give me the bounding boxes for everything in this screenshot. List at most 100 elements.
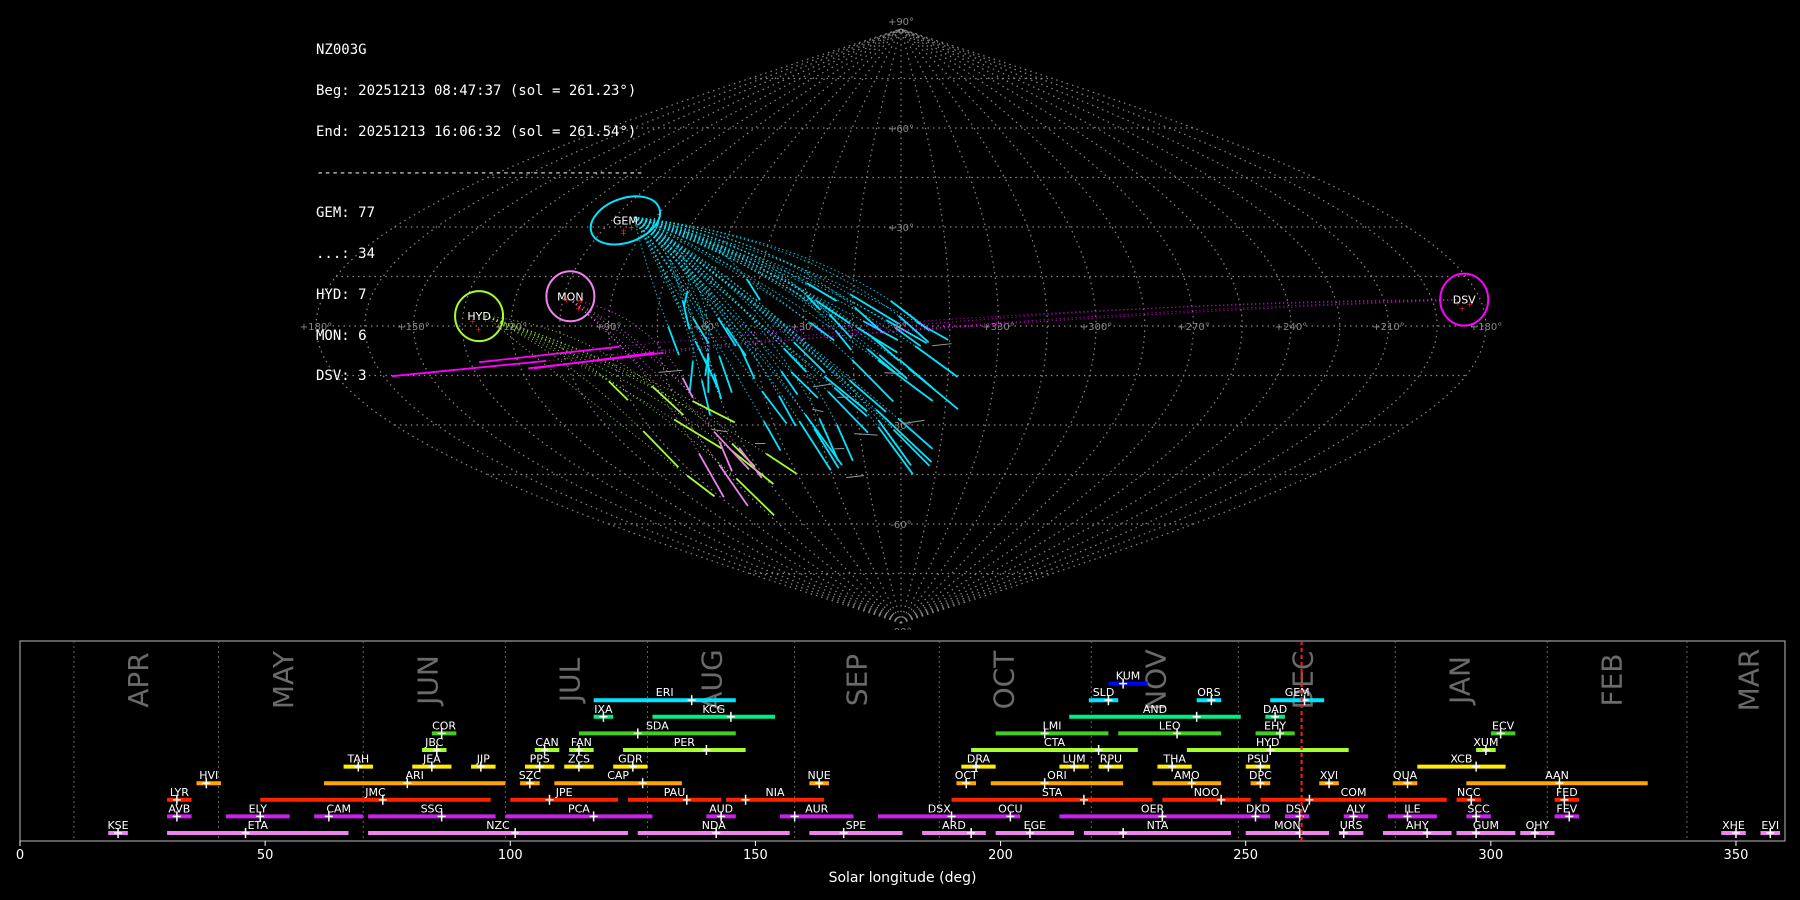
shower-label: ALY [1347, 802, 1366, 815]
shower-bars: KUM ERI SLD ORS GEM IXA KCG AND DAD COR SDA LMI LEO E… [107, 670, 1781, 838]
x-tick-label: 150 [743, 848, 768, 863]
lon-label: +300° [1080, 322, 1112, 333]
meteor-segment [856, 327, 898, 354]
shower-label: DKD [1246, 802, 1270, 815]
shower-label: AUR [805, 802, 829, 815]
lat-label: -60° [890, 520, 911, 531]
meteor-track [633, 216, 843, 466]
shower-label: SCC [1467, 802, 1490, 815]
meteor-segment [835, 424, 854, 462]
meteor-segment [793, 341, 826, 374]
month-label: JUN [411, 655, 444, 707]
meteor-segment [688, 361, 694, 392]
shower-label: PCA [568, 802, 590, 815]
shower-label: OHY [1526, 819, 1550, 832]
lon-label: +240° [1275, 322, 1307, 333]
shower-label: AND [1143, 703, 1167, 716]
lon-label: +180° [1470, 322, 1502, 333]
shower-label: GDR [618, 753, 643, 766]
shower-label: DPC [1249, 769, 1272, 782]
shower-label: OCU [998, 802, 1022, 815]
shower-label: MON [1274, 819, 1300, 832]
shower-label: DAD [1263, 703, 1287, 716]
shower-label: RPU [1100, 753, 1122, 766]
x-axis-label: Solar longitude (deg) [829, 870, 977, 886]
meteor-segment [718, 355, 733, 393]
month-label: FEB [1595, 653, 1628, 706]
shower-label: ORS [1197, 686, 1220, 699]
month-label: APR [122, 652, 155, 708]
shower-label: FEV [1556, 802, 1577, 815]
count-mon: MON: 6 [316, 327, 367, 344]
lat-label: -30° [890, 421, 911, 432]
sporadic-track [812, 383, 835, 388]
count-dsv: DSV: 3 [316, 368, 367, 385]
sky-map: ++ +GEM+++MON+++HYD++ +DSV +90°+60°+30°0°-… [300, 17, 1502, 630]
shower-label: SDA [646, 719, 669, 732]
shower-label: FAN [571, 736, 592, 749]
shower-label: NIA [766, 786, 785, 799]
sporadic-track [813, 408, 824, 413]
shower-label: PER [674, 736, 696, 749]
shower-label: NTA [1147, 819, 1169, 832]
meteor-track [633, 216, 932, 463]
meteor-segment [651, 385, 684, 416]
meteor-segment [692, 400, 736, 424]
shower-timeline-chart: APR MAY JUN JUL AUG SEP OCT NOV DEC JAN FEB MAR KUM… [16, 640, 1786, 886]
shower-label: CAP [607, 769, 629, 782]
lon-label: 0° [895, 322, 906, 333]
sporadic-track [854, 433, 878, 436]
shower-label: LEO [1159, 719, 1181, 732]
shower-label: URS [1340, 819, 1363, 832]
shower-label: LMI [1043, 719, 1062, 732]
shower-label: XHE [1722, 819, 1745, 832]
shower-label: LUM [1063, 753, 1086, 766]
shower-label: AAN [1545, 769, 1569, 782]
meteor-segment [763, 420, 782, 452]
lat-label: +60° [888, 124, 914, 135]
station-id: NZ003G [316, 42, 367, 59]
lat-label: +90° [888, 17, 914, 28]
radiant-label-dsv: DSV [1453, 294, 1476, 307]
shower-label: PPS [530, 753, 550, 766]
shower-label: NUE [808, 769, 831, 782]
month-label: SEP [840, 654, 873, 706]
meteor-track [633, 216, 912, 466]
lon-label: +30° [790, 322, 816, 333]
x-tick-label: 200 [988, 848, 1013, 863]
shower-label: SSG [421, 802, 444, 815]
shower-label: DSV [1286, 802, 1309, 815]
shower-label: PSU [1247, 753, 1269, 766]
shower-label: ERI [656, 686, 674, 699]
month-labels: APR MAY JUN JUL AUG SEP OCT NOV DEC JAN FEB MAR [122, 649, 1766, 712]
shower-label: TAH [346, 753, 369, 766]
shower-label: JIP [476, 753, 490, 766]
meteor-segment [778, 395, 797, 427]
shower-label: PAU [664, 786, 686, 799]
shower-label: STA [1042, 786, 1063, 799]
shower-label: COM [1341, 786, 1367, 799]
shower-label: XVI [1320, 769, 1338, 782]
shower-label: JBC [424, 736, 444, 749]
shower-label: NCC [1457, 786, 1481, 799]
shower-label: JEA [422, 753, 441, 766]
shower-label: AMO [1174, 769, 1200, 782]
shower-label: ORI [1047, 769, 1067, 782]
count-gem: GEM: 77 [316, 205, 376, 222]
shower-label: AHY [1406, 819, 1429, 832]
meteor-segment [878, 354, 908, 380]
shower-label: ARD [942, 819, 966, 832]
month-label: MAR [1733, 649, 1766, 712]
x-tick-label: 300 [1478, 848, 1503, 863]
shower-label: XUM [1473, 736, 1498, 749]
month-label: JAN [1443, 656, 1476, 706]
sporadic-track [846, 474, 865, 479]
x-tick-label: 0 [16, 848, 24, 863]
shower-label: EVI [1761, 819, 1779, 832]
meteor-segment [713, 431, 750, 471]
shower-label: ZCS [568, 753, 590, 766]
month-label: JUL [554, 657, 587, 704]
shower-label: OER [1141, 802, 1165, 815]
shower-label: JMC [364, 786, 386, 799]
sporadic-track [658, 369, 683, 373]
